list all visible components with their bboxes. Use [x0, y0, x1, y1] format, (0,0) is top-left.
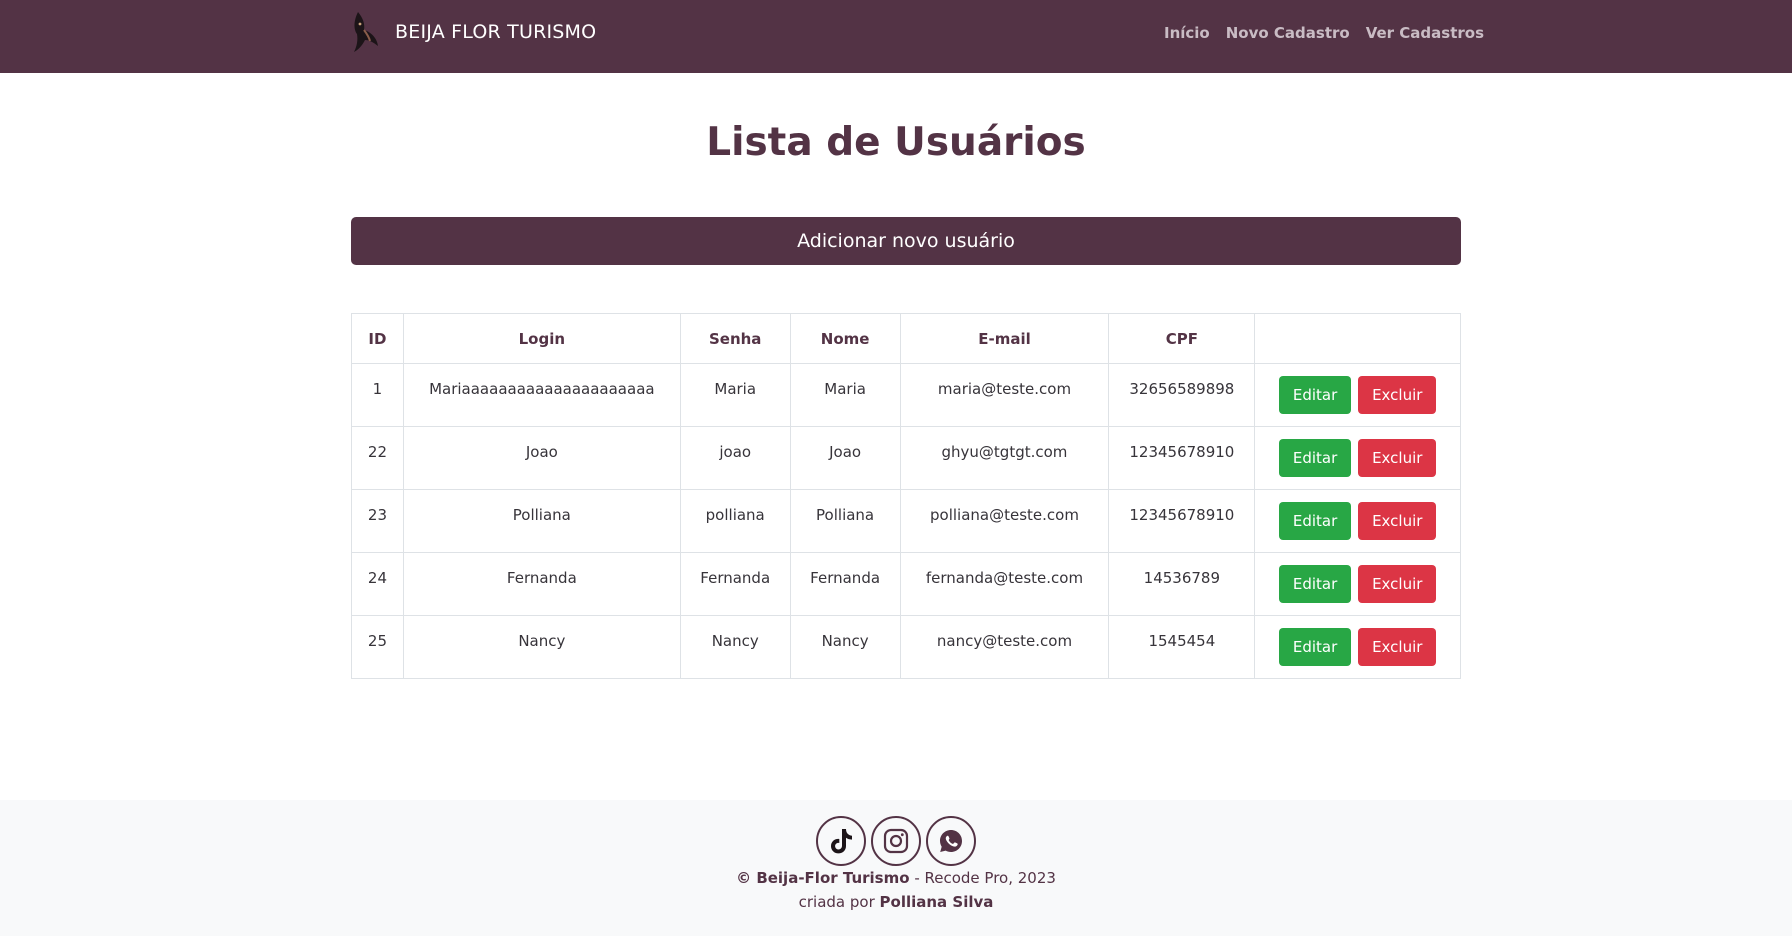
brand-link[interactable]: BEIJA FLOR TURISMO — [351, 8, 596, 56]
cell-email: ghyu@tgtgt.com — [899, 426, 1110, 490]
cell-id: 22 — [351, 426, 404, 490]
table-header-row: ID Login Senha Nome E-mail CPF — [351, 313, 1461, 364]
whatsapp-icon[interactable] — [926, 816, 976, 866]
credit-prefix: criada por — [798, 893, 875, 911]
tiktok-icon[interactable] — [816, 816, 866, 866]
delete-button[interactable]: Excluir — [1358, 565, 1437, 603]
users-table: ID Login Senha Nome E-mail CPF 1 Mariaaa… — [351, 313, 1461, 679]
footer-credit: criada por Polliana Silva — [0, 893, 1792, 911]
footer: © Beija-Flor Turismo - Recode Pro, 2023 … — [0, 800, 1792, 936]
cell-login: Fernanda — [402, 552, 681, 616]
header-senha: Senha — [679, 313, 791, 364]
cell-nome: Polliana — [789, 489, 901, 553]
edit-button[interactable]: Editar — [1278, 565, 1352, 603]
cell-nome: Joao — [789, 426, 901, 490]
cell-cpf: 32656589898 — [1108, 363, 1256, 427]
cell-email: maria@teste.com — [899, 363, 1110, 427]
cell-nome: Fernanda — [789, 552, 901, 616]
header-login: Login — [402, 313, 681, 364]
edit-button[interactable]: Editar — [1278, 376, 1352, 414]
cell-cpf: 14536789 — [1108, 552, 1256, 616]
page-title: Lista de Usuários — [706, 120, 1086, 165]
instagram-icon[interactable] — [871, 816, 921, 866]
table-row: 23 Polliana polliana Polliana polliana@t… — [351, 489, 1461, 553]
brand-name: BEIJA FLOR TURISMO — [395, 21, 597, 43]
cell-senha: joao — [679, 426, 791, 490]
cell-nome: Maria — [789, 363, 901, 427]
cell-id: 23 — [351, 489, 404, 553]
cell-email: nancy@teste.com — [899, 615, 1110, 679]
cell-actions: Editar Excluir — [1254, 426, 1461, 490]
cell-email: polliana@teste.com — [899, 489, 1110, 553]
cell-cpf: 12345678910 — [1108, 426, 1256, 490]
cell-actions: Editar Excluir — [1254, 363, 1461, 427]
cell-senha: polliana — [679, 489, 791, 553]
footer-copyright: © Beija-Flor Turismo - Recode Pro, 2023 — [0, 869, 1792, 887]
cell-id: 1 — [351, 363, 404, 427]
cell-senha: Fernanda — [679, 552, 791, 616]
footer-company: Beija-Flor Turismo — [756, 869, 910, 887]
nav-link-inicio[interactable]: Início — [1164, 24, 1210, 42]
social-links — [0, 816, 1792, 866]
table-row: 24 Fernanda Fernanda Fernanda fernanda@t… — [351, 552, 1461, 616]
delete-button[interactable]: Excluir — [1358, 439, 1437, 477]
edit-button[interactable]: Editar — [1278, 502, 1352, 540]
footer-separator: - Recode Pro, 2023 — [914, 869, 1056, 887]
hummingbird-logo-icon — [354, 12, 378, 52]
header-id: ID — [351, 313, 404, 364]
delete-button[interactable]: Excluir — [1358, 376, 1437, 414]
table-row: 1 Mariaaaaaaaaaaaaaaaaaaaaa Maria Maria … — [351, 363, 1461, 427]
copyright-symbol: © — [736, 869, 752, 887]
delete-button[interactable]: Excluir — [1358, 502, 1437, 540]
cell-senha: Nancy — [679, 615, 791, 679]
cell-id: 25 — [351, 615, 404, 679]
header-email: E-mail — [899, 313, 1110, 364]
cell-nome: Nancy — [789, 615, 901, 679]
cell-login: Mariaaaaaaaaaaaaaaaaaaaaa — [402, 363, 681, 427]
nav-links: Início Novo Cadastro Ver Cadastros — [1164, 24, 1484, 42]
delete-button[interactable]: Excluir — [1358, 628, 1437, 666]
table-row: 25 Nancy Nancy Nancy nancy@teste.com 154… — [351, 615, 1461, 679]
nav-link-ver-cadastros[interactable]: Ver Cadastros — [1366, 24, 1484, 42]
header-actions — [1254, 313, 1461, 364]
footer-author: Polliana Silva — [879, 893, 994, 911]
cell-cpf: 12345678910 — [1108, 489, 1256, 553]
navbar: BEIJA FLOR TURISMO Início Novo Cadastro … — [0, 0, 1792, 73]
cell-login: Joao — [402, 426, 681, 490]
cell-actions: Editar Excluir — [1254, 615, 1461, 679]
add-user-button[interactable]: Adicionar novo usuário — [351, 217, 1461, 265]
edit-button[interactable]: Editar — [1278, 628, 1352, 666]
cell-cpf: 1545454 — [1108, 615, 1256, 679]
nav-link-novo-cadastro[interactable]: Novo Cadastro — [1226, 24, 1350, 42]
cell-login: Polliana — [402, 489, 681, 553]
cell-actions: Editar Excluir — [1254, 489, 1461, 553]
header-nome: Nome — [789, 313, 901, 364]
cell-login: Nancy — [402, 615, 681, 679]
cell-email: fernanda@teste.com — [899, 552, 1110, 616]
cell-senha: Maria — [679, 363, 791, 427]
table-row: 22 Joao joao Joao ghyu@tgtgt.com 1234567… — [351, 426, 1461, 490]
cell-actions: Editar Excluir — [1254, 552, 1461, 616]
header-cpf: CPF — [1108, 313, 1256, 364]
edit-button[interactable]: Editar — [1278, 439, 1352, 477]
cell-id: 24 — [351, 552, 404, 616]
